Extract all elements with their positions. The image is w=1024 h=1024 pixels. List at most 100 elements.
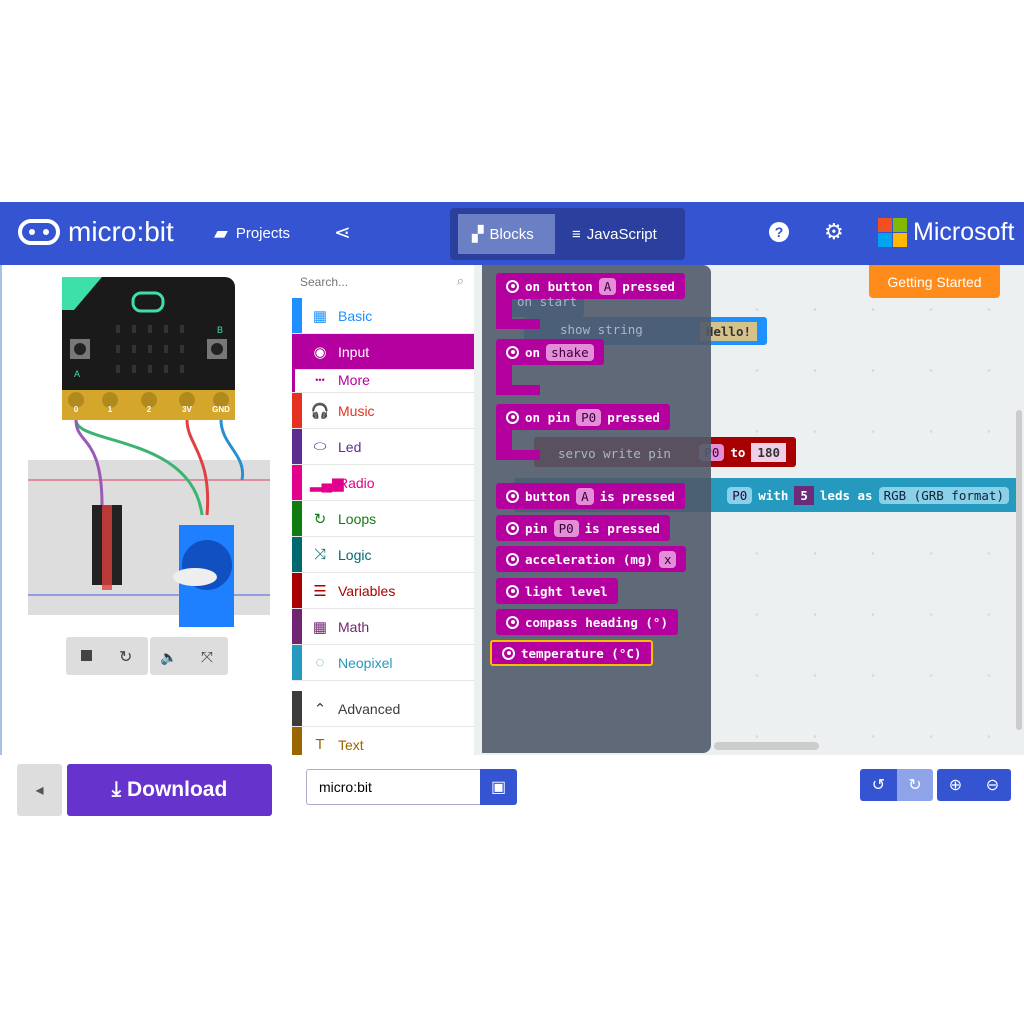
toolbox-category-more[interactable]: ••• More bbox=[292, 367, 474, 393]
category-label: Radio bbox=[338, 474, 375, 491]
gear-icon: ⚙ bbox=[824, 219, 844, 244]
search-input[interactable] bbox=[300, 271, 466, 293]
category-label: More bbox=[338, 371, 370, 388]
simulator-panel: A B 0 1 2 3V GND ↻ 🔈 ⤧ bbox=[0, 265, 291, 755]
save-icon: ▣ bbox=[490, 779, 507, 796]
toolbox-category-input[interactable]: ◉ Input bbox=[292, 334, 474, 370]
category-label: Math bbox=[338, 618, 370, 635]
help-button[interactable]: ? bbox=[769, 222, 789, 242]
toolbox-category-neopixel[interactable]: ◌ Neopixel bbox=[292, 645, 474, 681]
button-is-pressed-block[interactable]: button Ais pressed bbox=[496, 483, 685, 509]
tab-javascript[interactable]: ≡ JavaScript bbox=[558, 214, 671, 254]
toolbox-category-loops[interactable]: ↻ Loops bbox=[292, 501, 474, 537]
show-string-label: show string bbox=[560, 322, 643, 337]
button-a-label: A bbox=[74, 369, 80, 379]
redo-icon: ↻ bbox=[908, 777, 922, 794]
chevron-up-icon: ⌃ bbox=[313, 700, 327, 718]
compass-heading-block[interactable]: compass heading (°) bbox=[496, 609, 678, 635]
microbit-simulator[interactable]: A B 0 1 2 3V GND ↻ 🔈 ⤧ bbox=[2, 265, 291, 755]
zoom-out-button[interactable]: ⊖ bbox=[974, 769, 1011, 801]
shuffle-icon: ⤨ bbox=[313, 546, 326, 563]
undo-button[interactable]: ↺ bbox=[860, 769, 897, 801]
ring-icon: ◌ bbox=[315, 654, 325, 671]
signal-icon: ▂▄▆ bbox=[310, 474, 344, 492]
download-button[interactable]: ⤓ Download bbox=[67, 764, 272, 816]
save-button[interactable]: ▣ bbox=[480, 769, 517, 805]
share-icon: ⋖ bbox=[334, 222, 351, 244]
svg-text:↻: ↻ bbox=[119, 647, 132, 666]
category-label: Music bbox=[338, 402, 375, 419]
dots-icon: ••• bbox=[315, 374, 325, 385]
toolbox: ⌕ ▦Basic◉Input•••More🎧Music⬭Led▂▄▆Radio↻… bbox=[292, 265, 474, 763]
light-level-block[interactable]: light level bbox=[496, 578, 618, 604]
pin-label: 1 bbox=[108, 405, 113, 414]
svg-text:🔈: 🔈 bbox=[160, 650, 177, 666]
vertical-scrollbar[interactable] bbox=[1016, 410, 1022, 730]
category-label: Logic bbox=[338, 546, 372, 563]
bottom-bar: ◂ ⤓Download ▣ ↺ ↻ ⊕ ⊖ bbox=[0, 755, 1024, 820]
category-label: Advanced bbox=[338, 700, 401, 717]
toolbox-category-music[interactable]: 🎧 Music bbox=[292, 393, 474, 429]
text-icon: T bbox=[315, 736, 325, 753]
pin-label: 3V bbox=[182, 405, 192, 414]
pin-label: GND bbox=[212, 405, 230, 414]
tab-blocks[interactable]: ▞ Blocks bbox=[458, 214, 555, 254]
svg-text:⤧: ⤧ bbox=[201, 648, 213, 666]
search-icon: ⌕ bbox=[456, 273, 464, 288]
getting-started-button[interactable]: Getting Started bbox=[869, 265, 1000, 298]
toolbox-category-math[interactable]: ▦ Math bbox=[292, 609, 474, 645]
target-icon: ◉ bbox=[313, 343, 327, 361]
button-b-label: B bbox=[217, 325, 223, 335]
toolbox-category-logic[interactable]: ⤨ Logic bbox=[292, 537, 474, 573]
microbit-logo[interactable]: micro:bit bbox=[18, 216, 174, 248]
toggle-icon: ⬭ bbox=[313, 438, 327, 455]
pin-label: 0 bbox=[74, 405, 79, 414]
category-label: Neopixel bbox=[338, 654, 393, 671]
toolbox-category-advanced[interactable]: ⌃ Advanced bbox=[292, 691, 474, 727]
download-icon: ⤓ bbox=[111, 778, 121, 801]
target-icon bbox=[506, 521, 519, 535]
target-icon bbox=[506, 615, 519, 629]
project-name-input[interactable] bbox=[306, 769, 481, 805]
toolbox-category-variables[interactable]: ☰ Variables bbox=[292, 573, 474, 609]
category-label: Led bbox=[338, 438, 362, 455]
settings-button[interactable]: ⚙ bbox=[824, 219, 844, 245]
zoom-out-icon: ⊖ bbox=[985, 777, 1000, 794]
help-icon: ? bbox=[769, 222, 789, 242]
grid-icon: ▦ bbox=[312, 307, 328, 325]
microbit-logo-icon bbox=[18, 219, 60, 245]
puzzle-icon: ▞ bbox=[472, 226, 484, 243]
pin-is-pressed-block[interactable]: pin P0 is pressed bbox=[496, 515, 670, 541]
temperature-block[interactable]: temperature (°C) bbox=[490, 640, 654, 666]
collapse-simulator-button[interactable]: ◂ bbox=[17, 764, 62, 816]
category-label: Basic bbox=[338, 307, 373, 324]
folder-icon: ▰ bbox=[214, 223, 228, 243]
toolbox-category-radio[interactable]: ▂▄▆ Radio bbox=[292, 465, 474, 501]
zoom-in-icon: ⊕ bbox=[948, 777, 963, 794]
zoom-in-button[interactable]: ⊕ bbox=[937, 769, 974, 801]
toolbox-category-led[interactable]: ⬭ Led bbox=[292, 429, 474, 465]
toolbox-category-basic[interactable]: ▦ Basic bbox=[292, 298, 474, 334]
acceleration-block[interactable]: acceleration (mg) x bbox=[496, 546, 687, 572]
collapse-icon: ◂ bbox=[35, 782, 44, 799]
target-icon bbox=[506, 410, 519, 424]
target-icon bbox=[506, 489, 519, 503]
header: micro:bit ▰ Projects ⋖ ▞ Blocks ≡ JavaScrip… bbox=[0, 202, 1024, 265]
category-label: Loops bbox=[338, 510, 377, 527]
on-shake-block[interactable]: on shake bbox=[496, 339, 604, 365]
calculator-icon: ▦ bbox=[312, 618, 328, 636]
redo-button[interactable]: ↻ bbox=[897, 769, 933, 801]
on-start-label: on start bbox=[517, 294, 578, 309]
pin-label: 2 bbox=[147, 405, 152, 414]
target-icon bbox=[506, 552, 519, 566]
share-button[interactable]: ⋖ bbox=[334, 220, 351, 245]
microsoft-logo-icon bbox=[878, 218, 907, 247]
on-pin-pressed-block[interactable]: on pin P0 pressed bbox=[496, 404, 670, 430]
undo-icon: ↺ bbox=[871, 777, 886, 794]
category-label: Variables bbox=[338, 582, 396, 599]
headphones-icon: 🎧 bbox=[310, 402, 330, 420]
horizontal-scrollbar[interactable] bbox=[714, 742, 819, 750]
projects-button[interactable]: ▰ Projects bbox=[214, 223, 290, 244]
servo-write-label: servo write pin bbox=[558, 446, 671, 461]
microsoft-logo: Microsoft bbox=[878, 218, 1014, 247]
